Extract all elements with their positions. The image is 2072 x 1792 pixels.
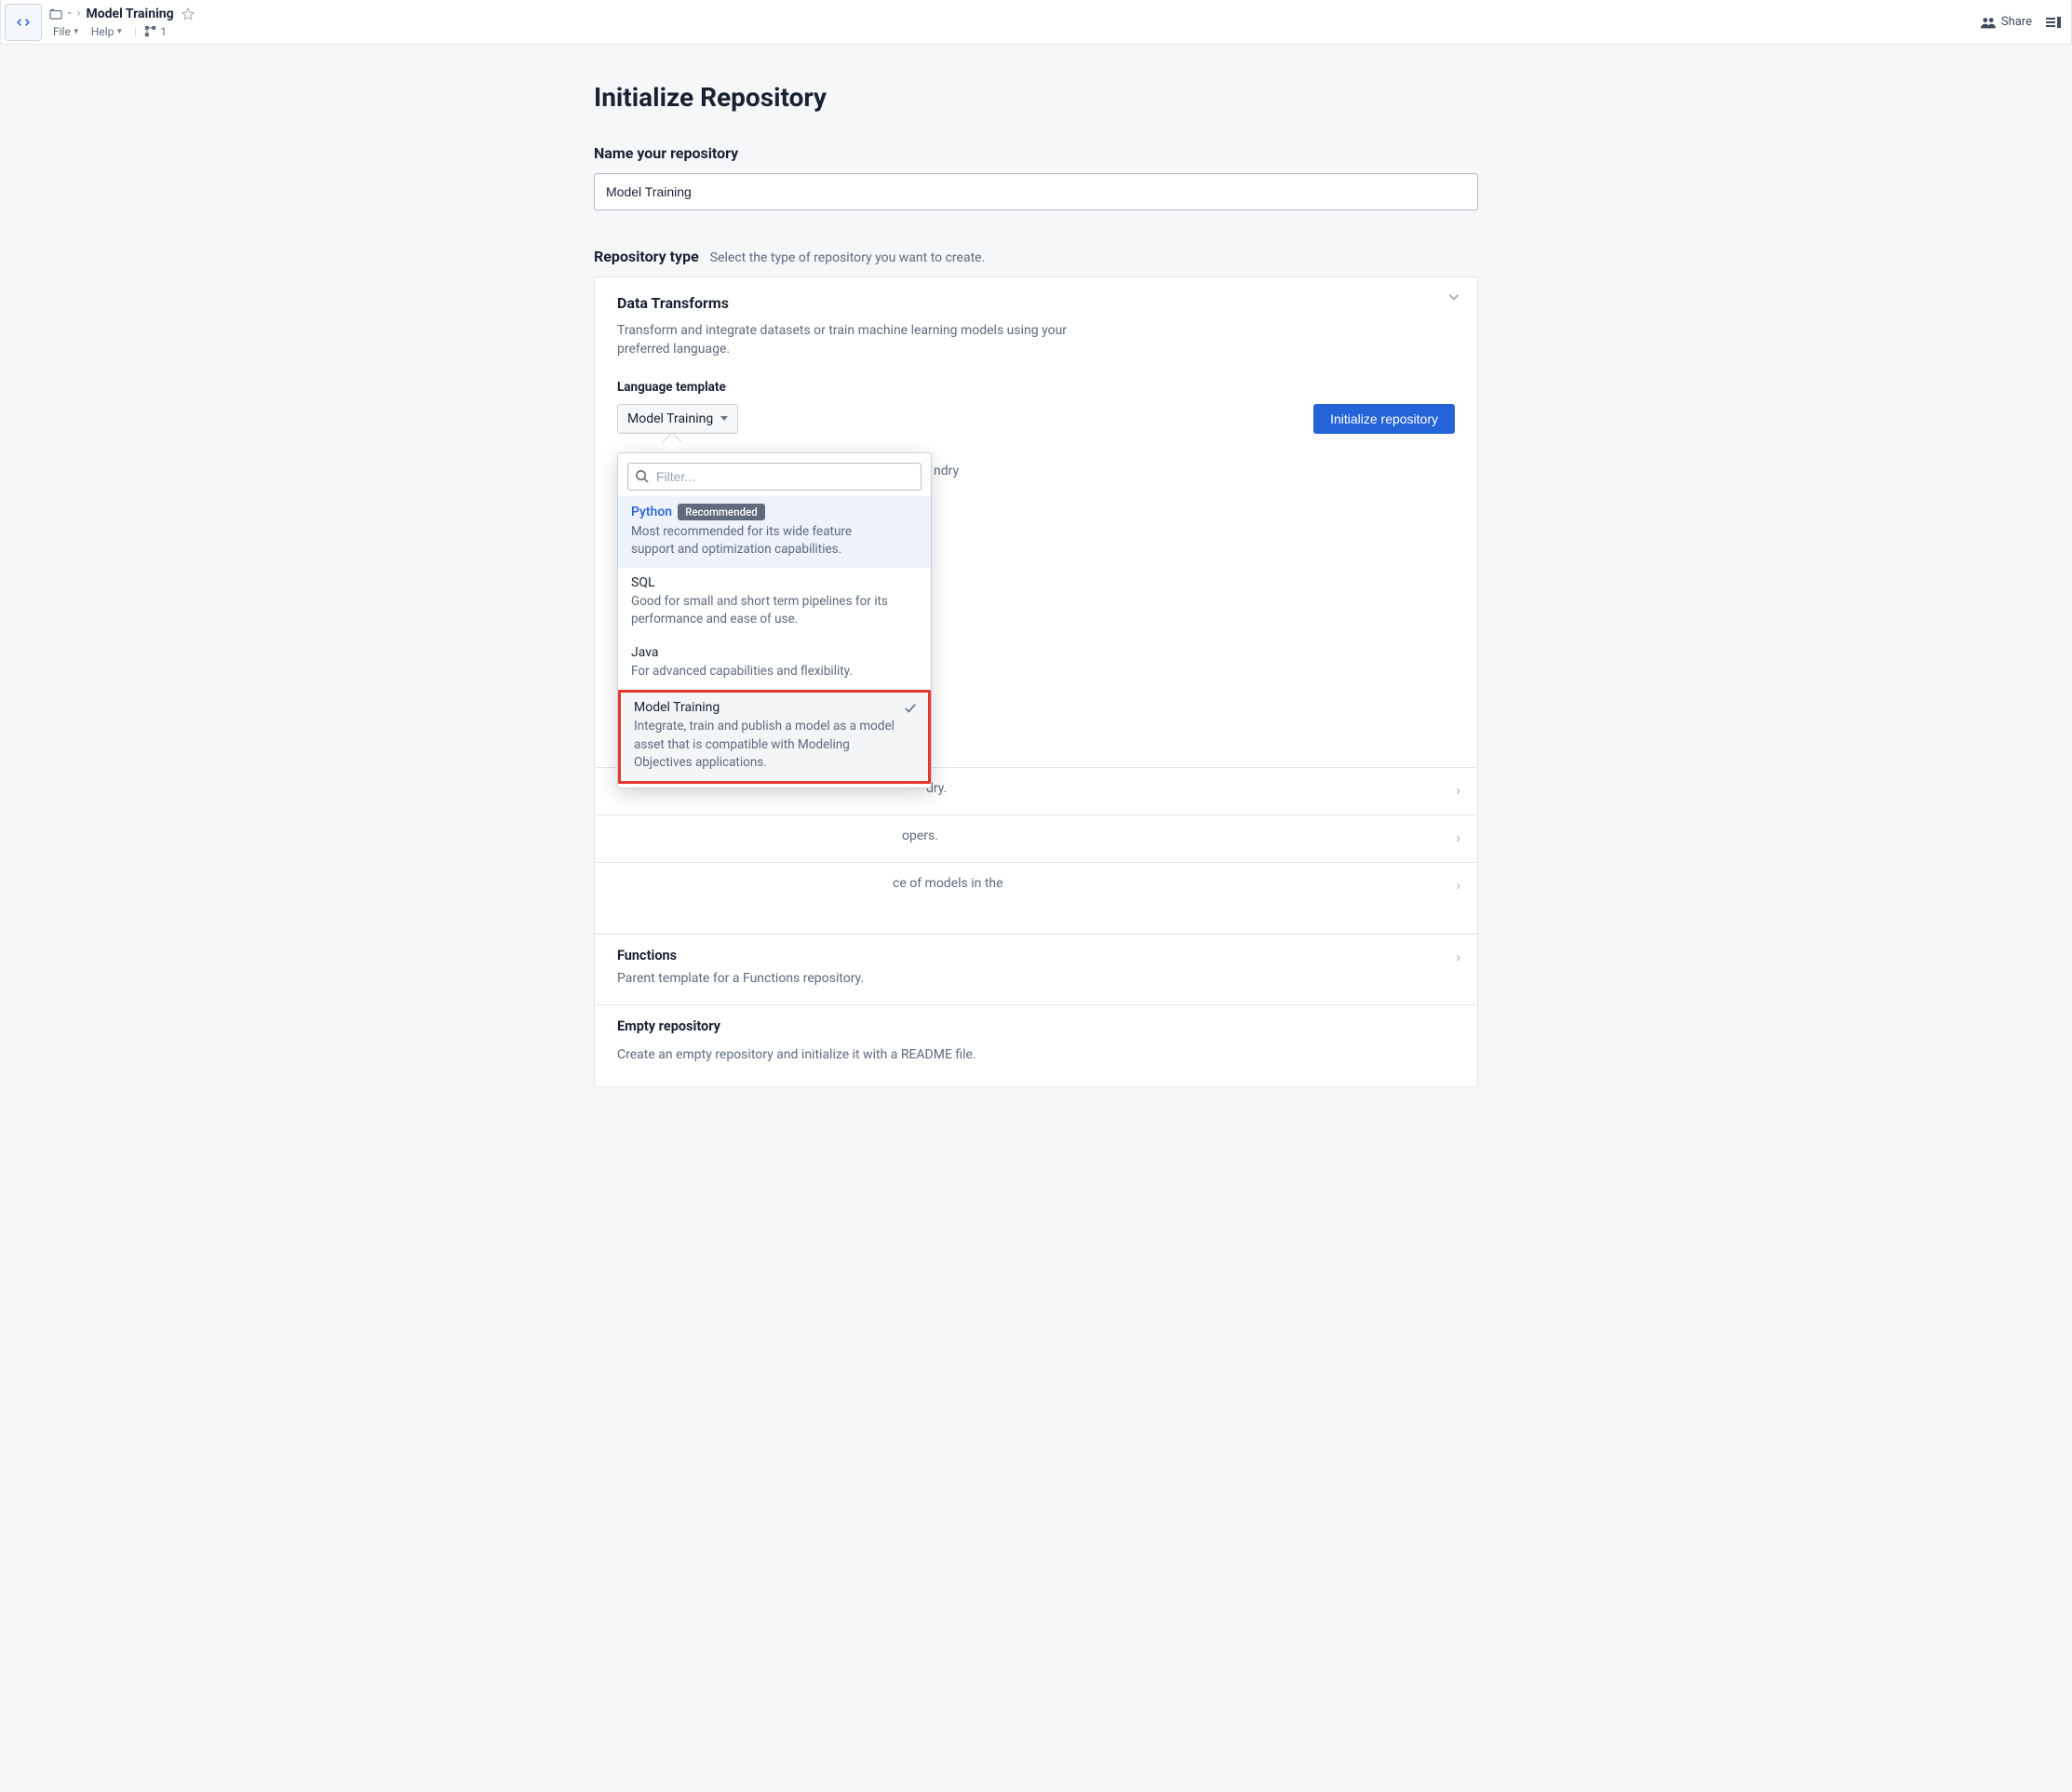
top-bar: - › Model Training File▼ Help▼ | 1 Share (0, 0, 2072, 45)
search-icon (635, 469, 650, 484)
chevron-right-icon: › (1456, 829, 1460, 846)
card-hidden-2[interactable]: › opers. (595, 815, 1477, 863)
initialize-repository-button[interactable]: Initialize repository (1313, 404, 1455, 434)
branch-indicator[interactable]: 1 (144, 25, 167, 38)
option-java[interactable]: Java For advanced capabilities and flexi… (618, 638, 931, 690)
card-desc: Transform and integrate datasets or trai… (617, 321, 1083, 359)
chevron-right-icon: › (1456, 948, 1460, 965)
language-template-dropdown: Python Recommended Most recommended for … (617, 452, 932, 788)
chevron-right-icon: › (1456, 781, 1460, 799)
option-model-training[interactable]: Model Training Integrate, train and publ… (618, 690, 931, 783)
chevron-down-icon[interactable] (1447, 290, 1460, 303)
page-title: Initialize Repository (594, 82, 1478, 113)
name-label: Name your repository (594, 144, 1478, 162)
breadcrumb-dash: - (68, 7, 72, 20)
card-empty-repository[interactable]: Empty repository Create an empty reposit… (595, 1005, 1477, 1086)
filter-input[interactable] (627, 463, 922, 491)
menu-file[interactable]: File▼ (49, 23, 84, 40)
breadcrumb-title[interactable]: Model Training (87, 7, 174, 21)
caret-down-icon (720, 416, 728, 421)
card-data-transforms: Data Transforms Transform and integrate … (595, 277, 1477, 768)
repository-name-input[interactable] (594, 173, 1478, 210)
folder-icon (49, 7, 62, 20)
card-hidden-3[interactable]: › ce of models in the (595, 863, 1477, 935)
chevron-right-icon: › (1456, 876, 1460, 894)
menu-help[interactable]: Help▼ (87, 23, 128, 40)
app-logo[interactable] (5, 4, 42, 41)
repository-type-list: Data Transforms Transform and integrate … (594, 276, 1478, 1087)
panel-toggle-icon[interactable] (2045, 14, 2062, 31)
language-template-label: Language template (617, 380, 1455, 395)
recommended-badge: Recommended (678, 504, 765, 520)
share-button[interactable]: Share (1981, 15, 2032, 29)
option-python[interactable]: Python Recommended Most recommended for … (618, 496, 931, 568)
card-title: Data Transforms (617, 294, 1455, 312)
chevron-right-icon: › (77, 7, 81, 20)
language-template-select[interactable]: Model Training (617, 404, 738, 434)
option-sql[interactable]: SQL Good for small and short term pipeli… (618, 568, 931, 638)
favorite-star-icon[interactable] (182, 7, 195, 20)
card-functions[interactable]: › Functions Parent template for a Functi… (595, 935, 1477, 1005)
type-label: Repository type (594, 248, 699, 265)
check-icon (904, 702, 917, 715)
obscured-text: ndry (934, 464, 959, 478)
breadcrumb: - › Model Training (49, 7, 1981, 21)
type-hint: Select the type of repository you want t… (710, 250, 986, 265)
